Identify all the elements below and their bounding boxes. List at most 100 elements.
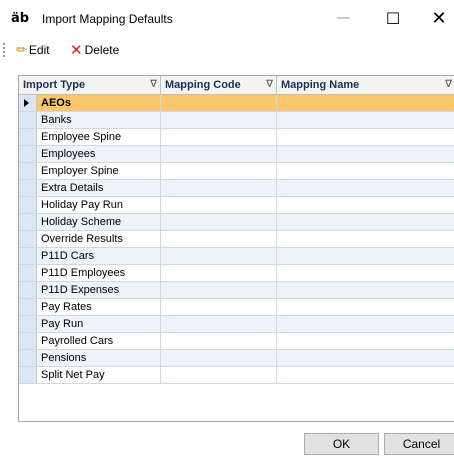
row-indicator[interactable] (19, 367, 37, 383)
table-row[interactable]: Pay Run (19, 316, 454, 333)
cell-import-type[interactable]: Employees (37, 146, 161, 162)
cancel-button[interactable]: Cancel (384, 433, 454, 455)
cell-import-type[interactable]: Split Net Pay (37, 367, 161, 383)
cell-import-type[interactable]: Holiday Scheme (37, 214, 161, 230)
row-indicator[interactable] (19, 180, 37, 196)
row-indicator[interactable] (19, 248, 37, 264)
cell-mapping-name[interactable] (277, 112, 454, 128)
cell-mapping-name[interactable] (277, 231, 454, 247)
cell-mapping-code[interactable] (161, 299, 277, 315)
cell-mapping-name[interactable] (277, 163, 454, 179)
edit-button[interactable]: ✏ Edit (16, 41, 50, 59)
cell-mapping-code[interactable] (161, 248, 277, 264)
cell-mapping-name[interactable] (277, 282, 454, 298)
cell-mapping-code[interactable] (161, 95, 277, 111)
table-row[interactable]: Employee Spine (19, 129, 454, 146)
cell-import-type[interactable]: P11D Employees (37, 265, 161, 281)
mapping-grid[interactable]: Import Type ∇ Mapping Code ∇ Mapping Nam… (18, 75, 454, 422)
filter-icon[interactable]: ∇ (150, 76, 157, 94)
cell-mapping-code[interactable] (161, 197, 277, 213)
cell-mapping-code[interactable] (161, 180, 277, 196)
cell-mapping-code[interactable] (161, 214, 277, 230)
cell-import-type[interactable]: P11D Expenses (37, 282, 161, 298)
column-header-mapping-name[interactable]: Mapping Name ∇ (277, 76, 454, 94)
cell-mapping-code[interactable] (161, 265, 277, 281)
row-indicator[interactable] (19, 299, 37, 315)
table-row[interactable]: Holiday Pay Run (19, 197, 454, 214)
row-indicator[interactable] (19, 112, 37, 128)
cell-mapping-name[interactable] (277, 146, 454, 162)
table-row[interactable]: P11D Expenses (19, 282, 454, 299)
cell-import-type[interactable]: Payrolled Cars (37, 333, 161, 349)
close-button[interactable]: ✕ (416, 4, 454, 32)
cell-import-type[interactable]: Pensions (37, 350, 161, 366)
cell-mapping-name[interactable] (277, 214, 454, 230)
cell-import-type[interactable]: Holiday Pay Run (37, 197, 161, 213)
table-row[interactable]: Extra Details (19, 180, 454, 197)
cell-mapping-name[interactable] (277, 197, 454, 213)
table-row[interactable]: Override Results (19, 231, 454, 248)
cell-mapping-code[interactable] (161, 367, 277, 383)
cell-mapping-code[interactable] (161, 282, 277, 298)
row-indicator[interactable] (19, 316, 37, 332)
cell-mapping-name[interactable] (277, 299, 454, 315)
cell-mapping-name[interactable] (277, 248, 454, 264)
cell-mapping-name[interactable] (277, 129, 454, 145)
table-row[interactable]: Holiday Scheme (19, 214, 454, 231)
filter-icon[interactable]: ∇ (266, 76, 273, 94)
row-indicator[interactable] (19, 95, 37, 111)
cell-mapping-name[interactable] (277, 95, 454, 111)
row-indicator[interactable] (19, 350, 37, 366)
cell-mapping-code[interactable] (161, 231, 277, 247)
cell-mapping-name[interactable] (277, 333, 454, 349)
ok-button[interactable]: OK (304, 433, 379, 455)
table-row[interactable]: P11D Cars (19, 248, 454, 265)
table-row[interactable]: Pensions (19, 350, 454, 367)
column-header-mapping-code[interactable]: Mapping Code ∇ (161, 76, 277, 94)
cell-import-type[interactable]: Employee Spine (37, 129, 161, 145)
row-indicator[interactable] (19, 265, 37, 281)
row-indicator[interactable] (19, 333, 37, 349)
cell-mapping-code[interactable] (161, 333, 277, 349)
cell-import-type[interactable]: P11D Cars (37, 248, 161, 264)
column-header-import-type[interactable]: Import Type ∇ (19, 76, 161, 94)
cell-mapping-name[interactable] (277, 350, 454, 366)
minimize-button[interactable]: — (320, 4, 366, 32)
cell-import-type[interactable]: AEOs (37, 95, 161, 111)
row-indicator[interactable] (19, 214, 37, 230)
table-row[interactable]: Employees (19, 146, 454, 163)
cell-mapping-code[interactable] (161, 129, 277, 145)
filter-icon[interactable]: ∇ (445, 76, 452, 94)
table-row[interactable]: Payrolled Cars (19, 333, 454, 350)
row-indicator[interactable] (19, 197, 37, 213)
cell-import-type[interactable]: Extra Details (37, 180, 161, 196)
table-row[interactable]: Banks (19, 112, 454, 129)
table-row[interactable]: AEOs (19, 95, 454, 112)
row-indicator[interactable] (19, 163, 37, 179)
cell-import-type[interactable]: Override Results (37, 231, 161, 247)
cell-mapping-code[interactable] (161, 112, 277, 128)
row-indicator[interactable] (19, 231, 37, 247)
cell-mapping-code[interactable] (161, 316, 277, 332)
cell-mapping-name[interactable] (277, 316, 454, 332)
table-row[interactable]: Pay Rates (19, 299, 454, 316)
cell-mapping-code[interactable] (161, 146, 277, 162)
cell-import-type[interactable]: Pay Run (37, 316, 161, 332)
cell-mapping-name[interactable] (277, 180, 454, 196)
table-row[interactable]: Split Net Pay (19, 367, 454, 384)
row-indicator[interactable] (19, 146, 37, 162)
cell-mapping-name[interactable] (277, 367, 454, 383)
cell-mapping-name[interactable] (277, 265, 454, 281)
table-row[interactable]: P11D Employees (19, 265, 454, 282)
table-row[interactable]: Employer Spine (19, 163, 454, 180)
toolbar-grip-icon[interactable] (3, 43, 7, 57)
cell-mapping-code[interactable] (161, 163, 277, 179)
cell-import-type[interactable]: Employer Spine (37, 163, 161, 179)
cell-import-type[interactable]: Banks (37, 112, 161, 128)
delete-button[interactable]: ✕ Delete (70, 41, 119, 59)
maximize-button[interactable]: ☐ (370, 4, 416, 32)
row-indicator[interactable] (19, 129, 37, 145)
row-indicator[interactable] (19, 282, 37, 298)
cell-import-type[interactable]: Pay Rates (37, 299, 161, 315)
cell-mapping-code[interactable] (161, 350, 277, 366)
